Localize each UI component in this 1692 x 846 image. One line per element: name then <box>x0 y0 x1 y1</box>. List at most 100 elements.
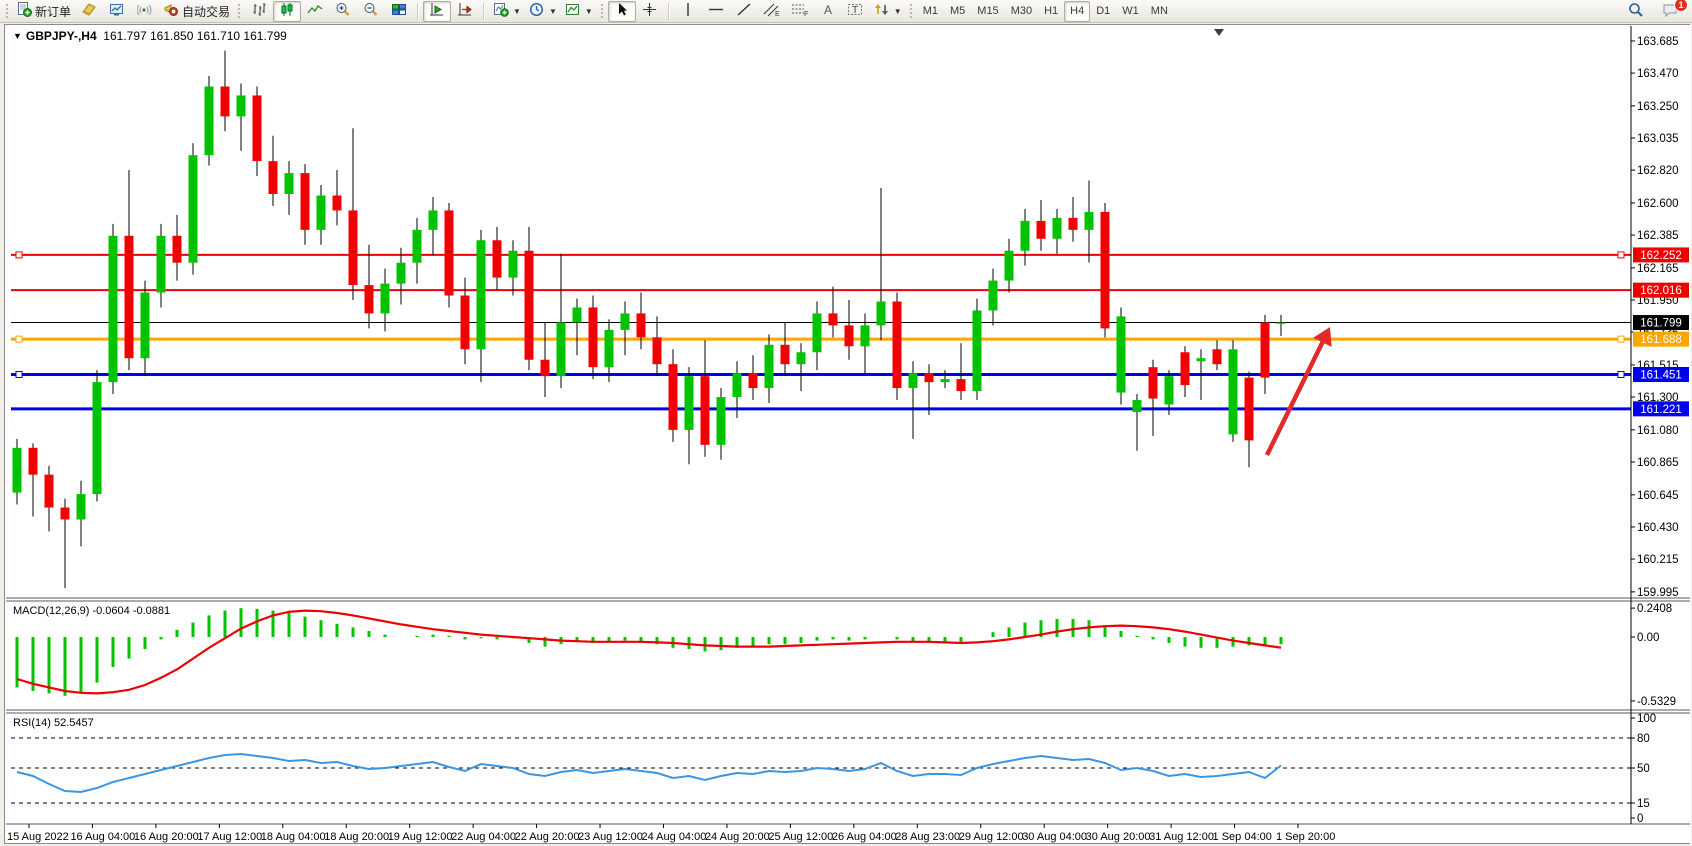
time-label: 24 Aug 04:00 <box>642 831 707 843</box>
equidistant-channel-button[interactable]: E <box>758 1 786 22</box>
book-icon <box>81 2 97 20</box>
period-button[interactable]: ▼ <box>525 1 561 22</box>
candle-bear <box>845 325 854 346</box>
time-label: 25 Aug 12:00 <box>768 831 833 843</box>
toolbar-grip[interactable] <box>909 3 914 19</box>
candle-bear <box>637 313 646 337</box>
crosshair-icon <box>642 2 658 20</box>
trendline-button[interactable] <box>730 1 758 22</box>
timeframe-m30[interactable]: M30 <box>1005 1 1038 22</box>
rsi-tick: 80 <box>1637 733 1650 745</box>
search-button[interactable] <box>1622 1 1650 22</box>
candle-bull <box>973 310 982 391</box>
timeframe-h1[interactable]: H1 <box>1038 1 1064 22</box>
text-button[interactable]: A <box>814 1 842 22</box>
chart-shift-button[interactable] <box>451 1 479 22</box>
timeframe-w1[interactable]: W1 <box>1116 1 1145 22</box>
toolbar-grip[interactable] <box>600 3 605 19</box>
line-handle[interactable] <box>16 372 22 378</box>
chart-surface[interactable]: 163.685163.470163.250163.035162.820162.6… <box>5 25 1691 843</box>
chart-window-icon <box>109 2 125 20</box>
candlestick-chart-button[interactable] <box>273 1 301 22</box>
candle-bull <box>189 155 198 262</box>
auto-trading-button[interactable]: 自动交易 <box>159 1 234 22</box>
line-handle[interactable] <box>1618 336 1624 342</box>
auto-trading-label: 自动交易 <box>182 3 230 20</box>
fibonacci-button[interactable]: F <box>786 1 814 22</box>
time-label: 1 Sep 04:00 <box>1213 831 1272 843</box>
time-label: 28 Aug 23:00 <box>895 831 960 843</box>
timeframe-m5[interactable]: M5 <box>944 1 971 22</box>
candle-bear <box>589 307 598 367</box>
candle-bear <box>29 448 38 475</box>
time-label: 15 Aug 2022 <box>7 831 69 843</box>
tile-windows-button[interactable] <box>385 1 413 22</box>
candle-bear <box>1037 221 1046 239</box>
price-badge-text: 161.221 <box>1640 404 1682 416</box>
clock-icon <box>529 2 545 20</box>
candle-bull <box>1085 212 1094 230</box>
line-handle[interactable] <box>16 252 22 258</box>
line-chart-button[interactable] <box>301 1 329 22</box>
price-badge-text: 162.252 <box>1640 250 1682 262</box>
candle-bear <box>173 236 182 263</box>
line-handle[interactable] <box>16 336 22 342</box>
time-label: 16 Aug 20:00 <box>134 831 199 843</box>
add-indicator-button[interactable]: ▼ <box>489 1 525 22</box>
candle-bull <box>317 195 326 229</box>
crosshair-button[interactable] <box>636 1 664 22</box>
timeframe-mn[interactable]: MN <box>1145 1 1174 22</box>
new-order-button[interactable]: 新订单 <box>13 1 75 22</box>
price-tick: 163.685 <box>1637 36 1679 48</box>
candle-bull <box>93 382 102 494</box>
zoom-out-button[interactable] <box>357 1 385 22</box>
timeframe-h4[interactable]: H4 <box>1064 1 1090 22</box>
chart-window-button[interactable] <box>103 1 131 22</box>
candle-bull <box>1277 323 1286 324</box>
candle-bull <box>477 240 486 349</box>
vertical-line-button[interactable] <box>674 1 702 22</box>
signal-button[interactable] <box>131 1 159 22</box>
market-watch-button[interactable] <box>75 1 103 22</box>
candle-bear <box>1245 378 1254 441</box>
template-button[interactable]: ▼ <box>561 1 597 22</box>
auto-trading-icon <box>163 2 179 20</box>
svg-text:F: F <box>804 11 808 17</box>
chart-shift-icon <box>457 2 473 20</box>
arrows-button[interactable]: ▼ <box>870 1 906 22</box>
arrows-icon <box>874 2 890 20</box>
auto-scroll-button[interactable] <box>423 1 451 22</box>
new-order-icon <box>17 2 32 20</box>
price-tick: 163.250 <box>1637 101 1679 113</box>
timeframe-m15[interactable]: M15 <box>971 1 1004 22</box>
notifications-button[interactable]: 1 <box>1656 1 1684 22</box>
search-icon <box>1628 2 1644 21</box>
candle-bull <box>813 313 822 352</box>
chart-window[interactable]: 163.685163.470163.250163.035162.820162.6… <box>4 24 1690 844</box>
candle-bull <box>381 284 390 314</box>
price-badge-text: 161.799 <box>1640 318 1682 330</box>
price-tick: 160.645 <box>1637 490 1679 502</box>
svg-text:E: E <box>775 11 780 17</box>
zoom-in-button[interactable] <box>329 1 357 22</box>
bar-chart-button[interactable] <box>245 1 273 22</box>
horizontal-line-button[interactable] <box>702 1 730 22</box>
time-label: 29 Aug 12:00 <box>959 831 1024 843</box>
price-tick: 162.385 <box>1637 230 1679 242</box>
candle-bull <box>77 494 86 519</box>
candle-bear <box>669 364 678 430</box>
chevron-down-icon: ▼ <box>894 7 902 16</box>
line-handle[interactable] <box>1618 372 1624 378</box>
toolbar-grip[interactable] <box>237 3 242 19</box>
timeframe-m1[interactable]: M1 <box>917 1 944 22</box>
text-label-button[interactable]: T <box>842 1 870 22</box>
trendline-icon <box>736 2 752 20</box>
timeframe-d1[interactable]: D1 <box>1090 1 1116 22</box>
template-icon <box>565 2 581 20</box>
price-tick: 162.600 <box>1637 198 1679 210</box>
toolbar-grip[interactable] <box>5 3 10 19</box>
price-tick: 160.215 <box>1637 554 1679 566</box>
toolbar-separator <box>483 3 485 20</box>
cursor-button[interactable] <box>608 1 636 22</box>
line-handle[interactable] <box>1618 252 1624 258</box>
